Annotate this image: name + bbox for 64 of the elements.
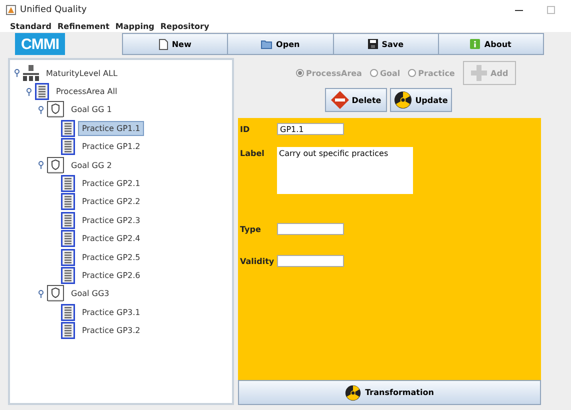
toolbar-button[interactable]: Open <box>227 33 334 55</box>
list-document-icon <box>35 83 49 100</box>
input-field[interactable] <box>277 255 344 267</box>
list-document-icon <box>61 193 75 210</box>
minus-icon <box>330 91 349 109</box>
radiation-icon <box>345 384 362 400</box>
tree-item[interactable]: Practice GP2.4 <box>78 231 144 246</box>
list-document-icon <box>61 266 75 284</box>
tree-item[interactable]: Practice GP3.2 <box>78 323 144 338</box>
tree-item[interactable]: Practice GP1.1 <box>78 120 144 136</box>
shield-icon <box>47 101 64 118</box>
expand-handle-icon[interactable] <box>14 69 20 78</box>
field-label: Label <box>240 148 266 160</box>
tree-item[interactable]: Practice GP2.6 <box>78 268 144 283</box>
label-field[interactable]: Carry out specific practices <box>277 147 413 194</box>
input-field[interactable] <box>277 223 344 235</box>
list-document-icon <box>61 322 75 340</box>
list-document-icon <box>61 304 75 321</box>
menu-item[interactable]: Refinement <box>57 22 110 30</box>
window-title: Unified Quality <box>20 5 88 15</box>
field-label: Type <box>240 224 262 236</box>
transformation-button[interactable]: Transformation <box>238 380 541 405</box>
info-icon <box>470 39 480 49</box>
list-document-icon <box>61 138 75 156</box>
update-button[interactable]: Update <box>390 88 452 112</box>
tree-item[interactable]: Practice GP1.2 <box>78 139 144 154</box>
tree-item[interactable]: Goal GG 1 <box>67 102 116 118</box>
app-icon <box>6 5 16 15</box>
tree-item[interactable]: Goal GG3 <box>67 286 114 302</box>
folder-icon <box>261 40 272 48</box>
list-document-icon <box>61 248 75 266</box>
list-document-icon <box>61 120 75 137</box>
toolbar-button[interactable]: Save <box>332 33 439 55</box>
list-document-icon <box>61 212 75 229</box>
expand-handle-icon[interactable] <box>38 161 44 170</box>
field-label: ID <box>240 124 251 136</box>
tree-item[interactable]: Goal GG 2 <box>67 158 116 173</box>
tree-item[interactable]: Practice GP3.1 <box>78 304 144 320</box>
input-field[interactable]: GP1.1 <box>277 123 344 135</box>
menu-item[interactable]: Standard <box>10 22 52 30</box>
menu-item[interactable]: Repository <box>160 22 210 30</box>
document-icon <box>158 38 168 50</box>
radiation-icon <box>394 91 412 109</box>
shield-icon <box>47 285 64 302</box>
field-label: Validity <box>240 256 276 268</box>
shield-icon <box>47 156 64 174</box>
tree-item[interactable]: MaturityLevel ALL <box>42 66 122 81</box>
tree-item[interactable]: Practice GP2.1 <box>78 176 144 192</box>
tree-item[interactable]: Practice GP2.2 <box>78 194 144 210</box>
list-document-icon <box>61 175 75 192</box>
delete-button[interactable]: Delete <box>325 88 387 112</box>
toolbar-button[interactable]: About <box>438 33 544 55</box>
expand-handle-icon[interactable] <box>38 106 44 114</box>
tree-item[interactable]: ProcessArea All <box>52 84 122 100</box>
expand-handle-icon[interactable] <box>38 290 44 298</box>
hierarchy-icon <box>23 65 39 82</box>
list-document-icon <box>61 230 75 248</box>
expand-handle-icon[interactable] <box>26 88 32 96</box>
menu-item[interactable]: Mapping <box>115 22 154 30</box>
plus-icon <box>470 65 487 81</box>
tree-item[interactable]: Practice GP2.5 <box>78 250 144 265</box>
logo: CMMI <box>15 33 65 55</box>
tree-item[interactable]: Practice GP2.3 <box>78 212 144 228</box>
toolbar-button[interactable]: New <box>122 33 228 55</box>
